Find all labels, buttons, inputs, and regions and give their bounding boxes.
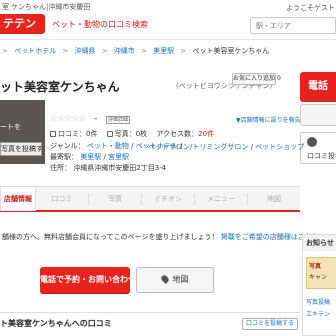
shop-stats: 口コミ：0件 写真：0枚 アクセス数：20件	[50, 129, 221, 139]
tab-recommend[interactable]: イチオシ	[142, 187, 194, 211]
breadcrumb-separator: >	[2, 47, 8, 55]
site-description: ペット・動物の口コミ検索	[52, 20, 148, 29]
address-value: 沖縄県沖縄市安慶田2丁目3-4	[73, 164, 167, 172]
news-panel: お知らせ 写真 キャン 写真投稿 エキテン	[302, 234, 336, 336]
photo-count[interactable]: 写真：0枚	[106, 130, 147, 138]
breadcrumb-separator: >	[62, 47, 69, 55]
breadcrumb-item-prefecture[interactable]: 沖縄県	[74, 47, 95, 55]
shop-tabs: 店舗情報 口コミ 写真 イチオシ メニュー 地図	[0, 186, 300, 212]
tab-reviews[interactable]: 口コミ	[36, 187, 88, 211]
tab-map[interactable]: 地図	[248, 187, 300, 211]
tab-photos[interactable]: 写真	[89, 187, 141, 211]
camera-icon	[106, 131, 113, 137]
breadcrumb-separator: >	[180, 47, 187, 55]
rating-value: -	[94, 114, 98, 124]
address-line: 住所： 沖縄県沖縄市安慶田2丁目3-4	[50, 163, 166, 173]
side-secondary-button[interactable]	[300, 104, 336, 126]
reserve-call-button[interactable]: 電話で予約・お問い合わせ	[40, 267, 136, 293]
genre-link[interactable]: ペットサロン/トリミングサロン	[148, 143, 248, 151]
station-link[interactable]: 美里駅	[80, 153, 101, 161]
tab-shop-info[interactable]: 店舗情報	[0, 187, 36, 211]
report-error-link[interactable]: ▼店舗情報に誤りを報告	[236, 115, 301, 124]
nearest-label: 最寄駅：	[50, 153, 78, 161]
phone-button[interactable]: 電話	[300, 72, 336, 102]
breadcrumb-item-station[interactable]: 美里駅	[153, 47, 174, 55]
breadcrumb-separator: >	[101, 47, 108, 55]
header-topline: 室 ケンちゃん|沖縄市安慶田	[2, 3, 91, 11]
breadcrumb-item-pethotel[interactable]: ペットホテル	[14, 47, 56, 55]
section-divider	[0, 312, 300, 313]
breadcrumb: > ペットホテル > 沖縄県 > 沖縄市 > 美里駅 > ペット美容室ケンちゃん	[2, 46, 273, 56]
add-favorite-button[interactable]: お気に入り追加 0	[232, 73, 281, 85]
map-pin-icon	[159, 274, 170, 284]
site-logo[interactable]: テテン	[0, 14, 45, 34]
news-heading: お知らせ	[303, 235, 336, 251]
post-review-button[interactable]: 口コミを投稿する	[242, 318, 298, 330]
nearest-station-line: 最寄駅： 美里駅 / 宮里駅	[50, 153, 130, 161]
banner-line2: キャン	[309, 274, 328, 281]
rating-stars: ☆☆☆☆☆	[50, 114, 86, 124]
news-item[interactable]: 写真投稿	[306, 297, 330, 306]
genre-link[interactable]: ペット・動物	[87, 142, 129, 150]
post-photo-button[interactable]: 写真を投稿する	[0, 142, 42, 156]
review-icon	[307, 137, 317, 147]
breadcrumb-item-current: ペット美容室ケンちゃん	[192, 47, 270, 55]
campaign-banner[interactable]: 写真 キャン	[306, 257, 336, 289]
genre-line-cont: ペットサロン/トリミングサロン / ペットショップ	[148, 143, 305, 151]
rating-detail-badge[interactable]: 評価詳細	[106, 116, 130, 124]
breadcrumb-separator: >	[141, 47, 147, 55]
reviews-section-title: ト美容室ケンちゃんへの口コミ	[0, 319, 112, 328]
review-post-side-button[interactable]: 口コミ投稿	[300, 132, 336, 164]
favorite-count: 0	[276, 75, 281, 82]
genre-link[interactable]: ペットショップ	[255, 143, 304, 151]
map-button[interactable]: 地図	[136, 267, 214, 293]
owner-notice: 舗様の方へ。無料店舗会員になってこのページを盛り上げましょう！ 掲載をご希望の店…	[2, 232, 319, 242]
address-label: 住所：	[50, 164, 71, 172]
shop-photo-placeholder: ートを 写真を投稿する	[0, 100, 45, 164]
owner-notice-text: 舗様の方へ。無料店舗会員になってこのページを盛り上げましょう！	[2, 233, 219, 241]
station-link[interactable]: 宮里駅	[108, 153, 129, 161]
access-count: アクセス数：20件	[156, 130, 214, 138]
comment-icon	[50, 131, 56, 137]
welcome-text: ようこそゲストさ	[286, 4, 336, 12]
news-item[interactable]: エキテン	[306, 309, 330, 318]
genre-label: ジャンル：	[50, 142, 85, 150]
page-title: ット美容室ケンちゃん	[0, 80, 120, 94]
review-post-label: 口コミ投稿	[307, 152, 336, 160]
search-input[interactable]	[250, 17, 336, 34]
map-button-label: 地図	[172, 275, 189, 284]
site-header: 室 ケンちゃん|沖縄市安慶田 ようこそゲストさ テテン ペット・動物の口コミ検索	[0, 0, 336, 40]
banner-line1: 写真	[309, 263, 322, 270]
add-favorite-label: お気に入り追加	[233, 75, 276, 82]
breadcrumb-item-city[interactable]: 沖縄市	[114, 47, 135, 55]
photo-placeholder-text: ートを	[0, 123, 21, 131]
review-count[interactable]: 口コミ：0件	[50, 130, 97, 138]
tab-menu[interactable]: メニュー	[195, 187, 247, 211]
